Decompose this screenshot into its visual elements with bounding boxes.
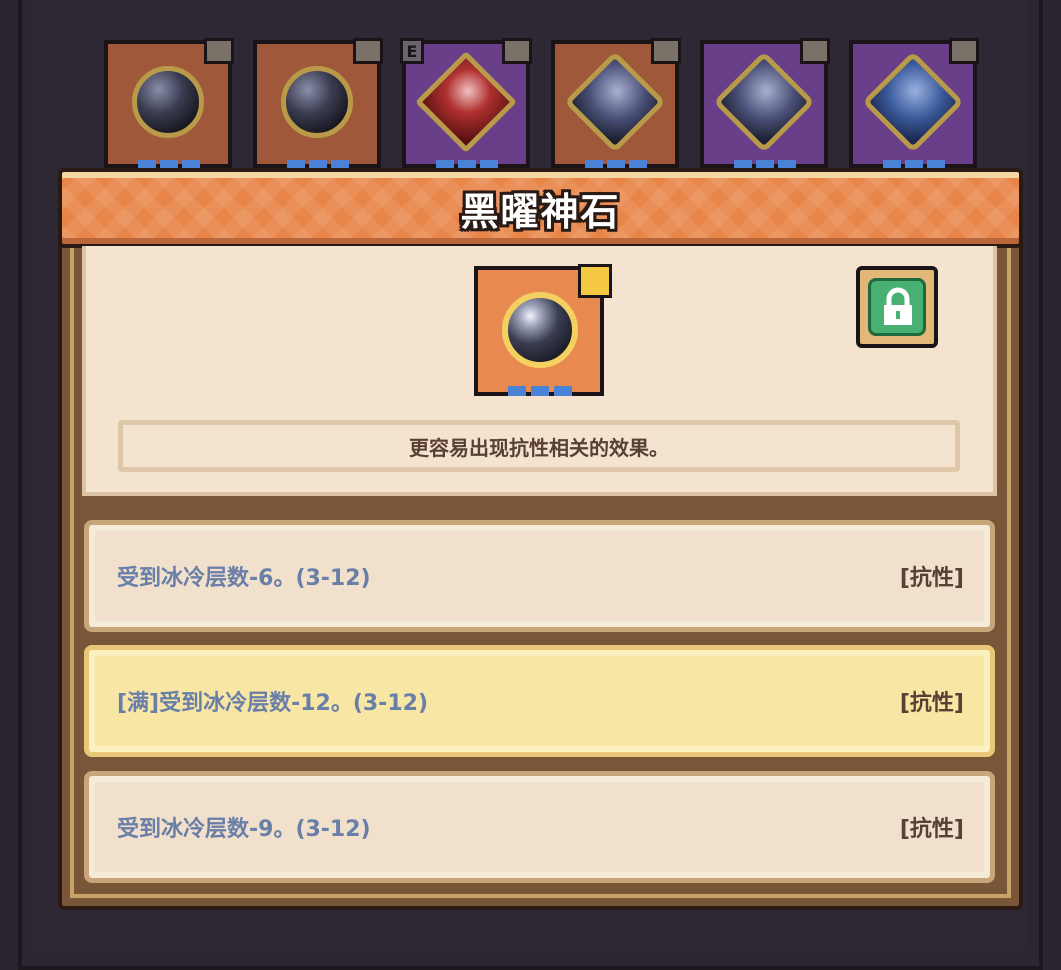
affix-tag: [抗性] <box>899 817 964 842</box>
obsidian-orb-icon <box>132 66 204 138</box>
affix-tag: [抗性] <box>899 691 964 716</box>
affix-row-maxed[interactable]: [满]受到冰冷层数-12。(3-12) [抗性] <box>84 645 995 757</box>
dialog-title: 黑曜神石 <box>460 190 621 234</box>
lock-icon <box>502 38 532 64</box>
tier-dots <box>508 386 574 396</box>
inventory-slot[interactable] <box>849 38 979 170</box>
unlock-icon <box>868 278 926 336</box>
blue-diamond-icon <box>862 51 964 153</box>
inventory-slot[interactable]: E <box>400 38 532 170</box>
selected-item-slot <box>474 264 612 396</box>
sapphire-diamond-icon <box>564 51 666 153</box>
lock-icon <box>353 38 383 64</box>
sapphire-diamond-icon <box>713 51 815 153</box>
red-diamond-icon <box>415 51 517 153</box>
inventory-slot[interactable] <box>700 38 830 170</box>
inventory-slot[interactable] <box>551 38 681 170</box>
lock-icon <box>578 264 612 298</box>
lock-icon <box>651 38 681 64</box>
inventory-slot[interactable] <box>253 38 383 170</box>
lock-toggle-button[interactable] <box>856 266 938 348</box>
affix-tag: [抗性] <box>899 566 964 591</box>
equipped-badge: E <box>400 38 424 64</box>
lock-icon <box>800 38 830 64</box>
obsidian-orb-icon <box>281 66 353 138</box>
affix-row[interactable]: 受到冰冷层数-9。(3-12) [抗性] <box>84 771 995 883</box>
lock-icon <box>949 38 979 64</box>
affix-text: 受到冰冷层数-9。(3-12) <box>117 817 371 842</box>
lock-icon <box>204 38 234 64</box>
inventory-slot[interactable] <box>104 38 234 170</box>
affix-text: 受到冰冷层数-6。(3-12) <box>117 566 371 591</box>
affix-row[interactable]: 受到冰冷层数-6。(3-12) [抗性] <box>84 520 995 632</box>
dialog-title-bar: 黑曜神石 <box>58 168 1023 248</box>
obsidian-orb-icon <box>502 292 578 368</box>
affix-text: [满]受到冰冷层数-12。(3-12) <box>117 691 429 716</box>
item-description: 更容易出现抗性相关的效果。 <box>118 420 960 472</box>
